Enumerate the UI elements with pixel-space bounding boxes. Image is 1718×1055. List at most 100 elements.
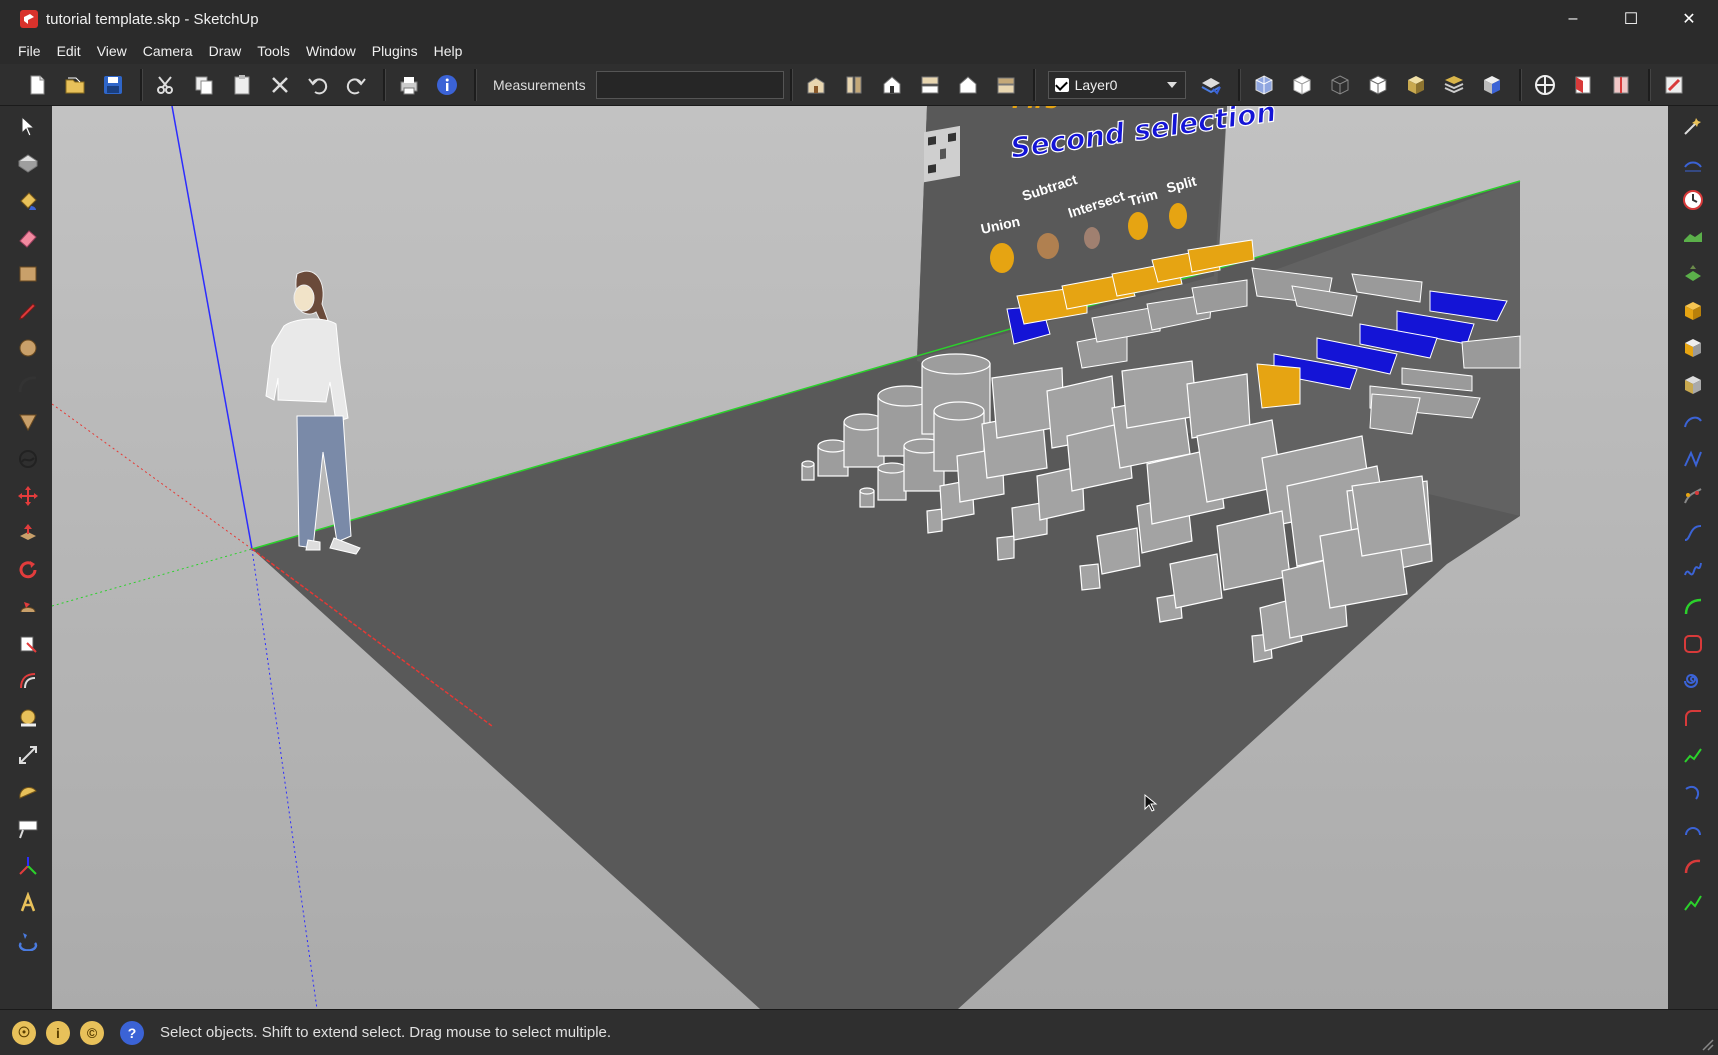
monochrome-style-button[interactable] [1475, 68, 1509, 102]
open-file-button[interactable] [58, 68, 92, 102]
erase-button[interactable] [263, 68, 297, 102]
layer-visible-checkbox[interactable] [1054, 77, 1069, 92]
extension-warehouse-button[interactable] [1657, 68, 1691, 102]
text-tool[interactable] [9, 812, 47, 846]
geo-location-icon[interactable]: ☉ [12, 1020, 36, 1045]
rectangle-tool[interactable] [9, 257, 47, 291]
info-icon [437, 74, 457, 95]
copy-button[interactable] [187, 68, 221, 102]
view-back-button[interactable] [951, 68, 985, 102]
menu-help[interactable]: Help [426, 43, 471, 59]
axes-tool[interactable] [9, 849, 47, 883]
menu-edit[interactable]: Edit [49, 43, 89, 59]
curve-tool-10[interactable] [1675, 738, 1711, 772]
arc-tool[interactable] [9, 368, 47, 402]
sketchup-logo-icon [20, 10, 38, 28]
curve-tool-12[interactable] [1675, 812, 1711, 846]
plugin-tool-5[interactable] [1675, 257, 1711, 291]
line-tool[interactable] [9, 294, 47, 328]
plugin-tool-8[interactable] [1675, 368, 1711, 402]
plugin-tool-1[interactable] [1675, 109, 1711, 143]
chevron-down-icon[interactable] [1166, 81, 1177, 88]
view-left-button[interactable] [989, 68, 1023, 102]
back-edges-style-button[interactable] [1285, 68, 1319, 102]
move-tool[interactable] [9, 479, 47, 513]
curve-tool-11[interactable] [1675, 775, 1711, 809]
curve-tool-2[interactable] [1675, 442, 1711, 476]
plugin-tool-4[interactable] [1675, 220, 1711, 254]
model-info-button[interactable] [430, 68, 464, 102]
curve-tool-8[interactable] [1675, 664, 1711, 698]
display-section-planes-button[interactable] [1566, 68, 1600, 102]
plugin-tool-6[interactable] [1675, 294, 1711, 328]
close-button[interactable]: ✕ [1660, 0, 1718, 38]
follow-me-tool[interactable] [9, 590, 47, 624]
paste-button[interactable] [225, 68, 259, 102]
protractor-tool[interactable] [9, 775, 47, 809]
plugin-tool-7[interactable] [1675, 331, 1711, 365]
redo-button[interactable] [339, 68, 373, 102]
circle-tool[interactable] [9, 331, 47, 365]
minimize-button[interactable]: – [1544, 0, 1602, 38]
measurements-input[interactable] [595, 70, 784, 99]
save-button[interactable] [96, 68, 130, 102]
view-front-button[interactable] [875, 68, 909, 102]
undo-icon [308, 77, 328, 94]
section-plane-button[interactable] [1528, 68, 1562, 102]
push-pull-tool[interactable] [9, 516, 47, 550]
menu-tools[interactable]: Tools [249, 43, 298, 59]
curve-tool-3[interactable] [1675, 479, 1711, 513]
model-viewport[interactable]: Firs Second selection Union Subtract Int… [52, 106, 1668, 1009]
curve-tool-6[interactable] [1675, 590, 1711, 624]
paint-bucket-tool[interactable] [9, 183, 47, 217]
scene-canvas[interactable]: Firs Second selection Union Subtract Int… [52, 106, 1668, 1009]
print-button[interactable] [392, 68, 426, 102]
instructor-help-icon[interactable]: ? [120, 1020, 144, 1045]
curve-tool-4[interactable] [1675, 516, 1711, 550]
tape-measure-tool[interactable] [9, 701, 47, 735]
user-account-icon[interactable]: © [80, 1020, 104, 1045]
textured-style-button[interactable] [1437, 68, 1471, 102]
wireframe-style-button[interactable] [1323, 68, 1357, 102]
menu-view[interactable]: View [89, 43, 135, 59]
view-right-button[interactable] [913, 68, 947, 102]
curve-tool-1[interactable] [1675, 405, 1711, 439]
menu-draw[interactable]: Draw [201, 43, 250, 59]
curve-tool-5[interactable] [1675, 553, 1711, 587]
freehand-tool[interactable] [9, 442, 47, 476]
curve-tool-14[interactable] [1675, 886, 1711, 920]
plugin-tool-3[interactable] [1675, 183, 1711, 217]
dimension-tool[interactable] [9, 738, 47, 772]
scale-tool[interactable] [9, 627, 47, 661]
menu-camera[interactable]: Camera [135, 43, 201, 59]
layer-manager-button[interactable] [1194, 68, 1228, 102]
maximize-button[interactable]: ☐ [1602, 0, 1660, 38]
undo-button[interactable] [301, 68, 335, 102]
layer-selector[interactable]: Layer0 [1047, 70, 1186, 99]
orbit-tool[interactable] [9, 923, 47, 957]
menu-window[interactable]: Window [298, 43, 364, 59]
resize-grip-icon[interactable] [1700, 1037, 1714, 1051]
curve-tool-13[interactable] [1675, 849, 1711, 883]
credits-icon[interactable]: i [46, 1020, 70, 1045]
eraser-tool[interactable] [9, 220, 47, 254]
polygon-tool[interactable] [9, 405, 47, 439]
menu-file[interactable]: File [10, 43, 49, 59]
view-iso-button[interactable] [799, 68, 833, 102]
display-section-cuts-button[interactable] [1604, 68, 1638, 102]
offset-tool[interactable] [9, 664, 47, 698]
cut-button[interactable] [149, 68, 183, 102]
3d-text-tool[interactable] [9, 886, 47, 920]
curve-tool-9[interactable] [1675, 701, 1711, 735]
make-component-tool[interactable] [9, 146, 47, 180]
shaded-style-button[interactable] [1399, 68, 1433, 102]
view-top-button[interactable] [837, 68, 871, 102]
rotate-tool[interactable] [9, 553, 47, 587]
hidden-line-style-button[interactable] [1361, 68, 1395, 102]
plugin-tool-2[interactable] [1675, 146, 1711, 180]
curve-tool-7[interactable] [1675, 627, 1711, 661]
menu-plugins[interactable]: Plugins [364, 43, 426, 59]
xray-style-button[interactable] [1247, 68, 1281, 102]
select-tool[interactable] [9, 109, 47, 143]
new-file-button[interactable] [20, 68, 54, 102]
